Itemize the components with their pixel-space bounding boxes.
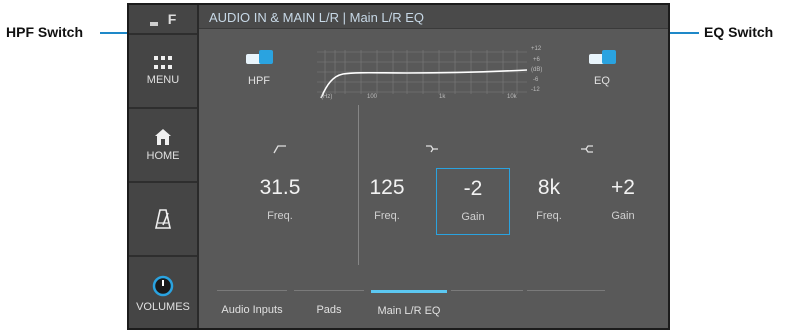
eq-label: EQ <box>594 75 610 87</box>
eq-switch-knob <box>602 50 616 64</box>
graph-x-label: 100 <box>367 94 378 100</box>
sidebar-item-label: MENU <box>146 74 180 86</box>
sidebar: F MENU HOME VOLUMES <box>129 5 199 328</box>
sidebar-item-home[interactable]: HOME <box>129 107 197 181</box>
sidebar-item-label: HOME <box>146 150 180 162</box>
low-gain-label: Gain <box>461 211 485 223</box>
high-gain-value: +2 <box>611 176 635 199</box>
logo: F <box>129 5 197 33</box>
high-shelf-icon <box>581 145 593 153</box>
high-freq-value: 8k <box>537 176 561 199</box>
page-title: AUDIO IN & MAIN L/R | Main L/R EQ <box>209 10 425 25</box>
header: AUDIO IN & MAIN L/R | Main L/R EQ <box>199 5 668 29</box>
hpf-freq-param[interactable]: 31.5 Freq. <box>250 176 310 222</box>
low-freq-param[interactable]: 125 Freq. <box>357 176 417 222</box>
tab-main-lr-eq[interactable]: Main L/R EQ <box>371 290 447 328</box>
graph-y-label: +12 <box>531 46 542 52</box>
tab-empty-1[interactable] <box>451 290 523 328</box>
tab-empty-2[interactable] <box>527 290 605 328</box>
home-icon <box>155 129 171 145</box>
hpf-switch-callout: HPF Switch <box>6 24 84 40</box>
device-screen: F MENU HOME VOLUMES AUDIO IN & MAIN L/R … <box>127 3 670 330</box>
eq-curve <box>320 69 528 98</box>
eq-switch-callout: EQ Switch <box>704 24 774 40</box>
eq-switch[interactable] <box>589 50 616 64</box>
metronome-icon <box>155 209 171 229</box>
graph-y-label: -6 <box>533 77 539 83</box>
tab-bar: Audio Inputs Pads Main L/R EQ <box>199 284 668 328</box>
hpf-label: HPF <box>248 75 270 87</box>
sidebar-item-volumes[interactable]: VOLUMES <box>129 255 197 328</box>
tab-audio-inputs[interactable]: Audio Inputs <box>217 290 287 328</box>
sidebar-item-metronome[interactable] <box>129 181 197 255</box>
graph-y-label: (dB) <box>531 67 543 73</box>
eq-curve-graph <box>317 50 528 98</box>
high-freq-param[interactable]: 8k Freq. <box>519 176 579 222</box>
graph-y-label: -12 <box>531 87 540 93</box>
tab-pads[interactable]: Pads <box>294 290 364 328</box>
high-gain-label: Gain <box>611 210 635 222</box>
sidebar-item-label: VOLUMES <box>136 300 190 313</box>
graph-x-label: 1k <box>439 94 446 100</box>
grid-icon <box>154 56 172 69</box>
eq-panel: HPF EQ (Hz) 100 1k 10k +12 +6 (dB) -6 -1… <box>199 29 668 328</box>
graph-y-label: +6 <box>533 57 540 63</box>
hpf-switch-knob <box>259 50 273 64</box>
low-freq-value: 125 <box>369 176 405 199</box>
low-gain-param[interactable]: -2 Gain <box>436 168 510 235</box>
sidebar-item-menu[interactable]: MENU <box>129 33 197 107</box>
knob-icon <box>152 275 174 296</box>
graph-x-label: 10k <box>507 94 517 100</box>
low-gain-value: -2 <box>463 177 483 200</box>
high-gain-param[interactable]: +2 Gain <box>593 176 653 222</box>
hpf-freq-label: Freq. <box>267 210 293 222</box>
low-freq-label: Freq. <box>374 210 400 222</box>
high-freq-label: Freq. <box>536 210 562 222</box>
high-pass-filter-icon <box>273 145 286 154</box>
logo-letter: F <box>167 11 177 27</box>
logo-icon <box>149 22 158 26</box>
graph-x-label: (Hz) <box>321 94 333 100</box>
hpf-freq-value: 31.5 <box>259 176 301 199</box>
hpf-switch[interactable] <box>246 50 273 64</box>
low-shelf-icon <box>426 145 438 153</box>
